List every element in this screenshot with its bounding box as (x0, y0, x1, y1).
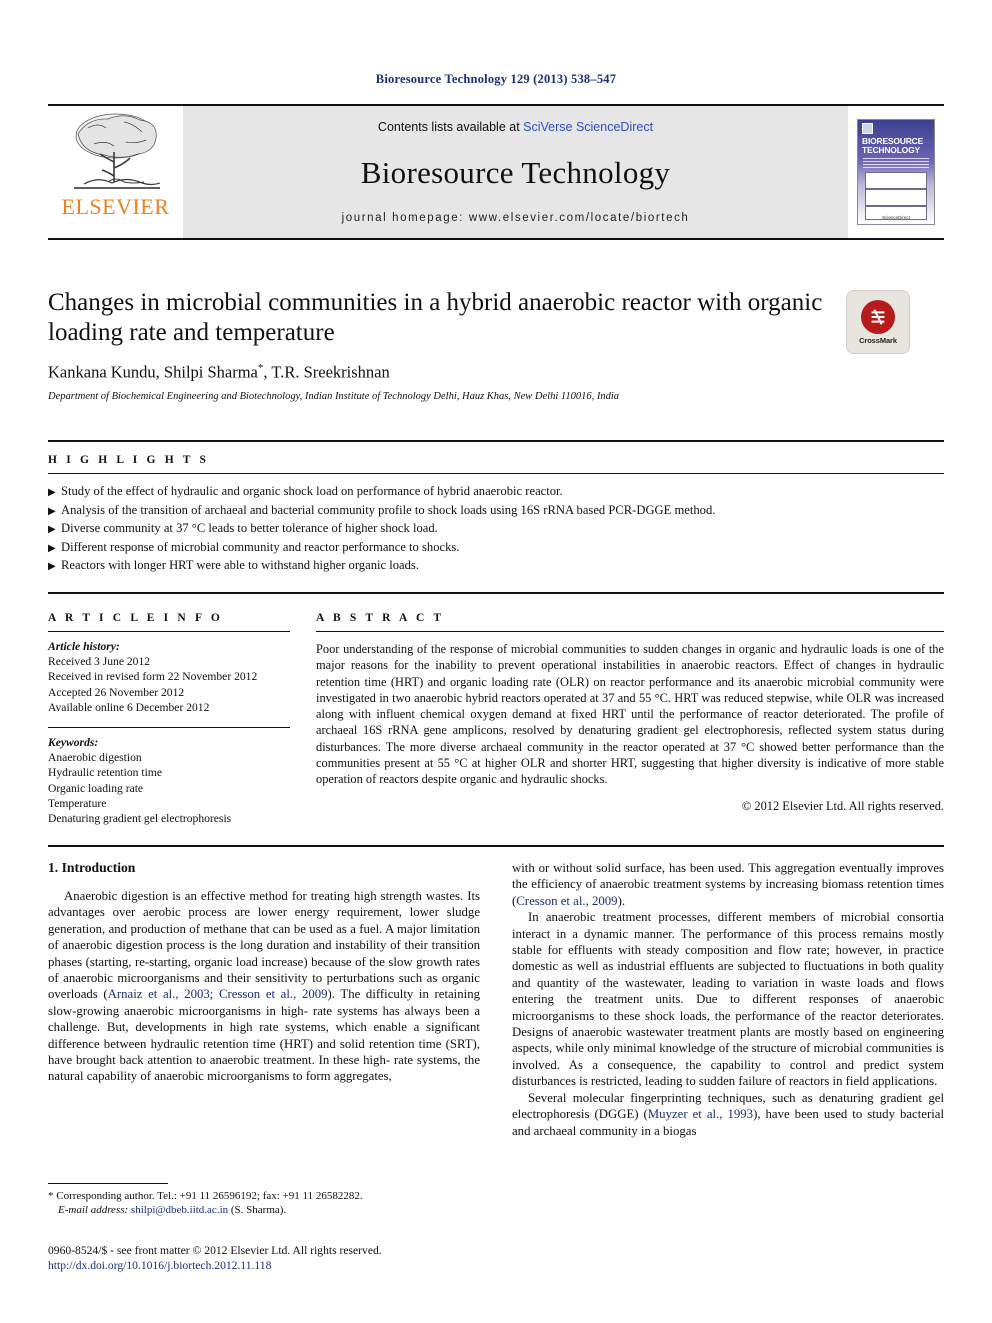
citation-link[interactable]: Cresson et al., 2009 (516, 894, 617, 908)
email-label: E-mail address: (58, 1204, 129, 1217)
page-footer: 0960-8524/$ - see front matter © 2012 El… (48, 1243, 648, 1273)
title-area: Changes in microbial communities in a hy… (48, 288, 830, 402)
paragraph-text-cont: ). The difficulty in retaining slow-grow… (48, 987, 480, 1084)
list-item: ▶ Study of the effect of hydraulic and o… (48, 483, 944, 502)
crossmark-icon (861, 299, 895, 334)
issn-copyright-line: 0960-8524/$ - see front matter © 2012 El… (48, 1244, 382, 1257)
abstract-heading: A B S T R A C T (316, 612, 445, 624)
abstract-column: A B S T R A C T Poor understanding of th… (316, 600, 944, 826)
triangle-bullet-icon: ▶ (48, 487, 56, 498)
elsevier-publisher-block: ELSEVIER (48, 106, 183, 238)
keywords-label: Keywords: (48, 736, 99, 750)
abstract-text: Poor understanding of the response of mi… (316, 642, 944, 787)
footnote-line-1: * Corresponding author. Tel.: +91 11 265… (48, 1189, 480, 1203)
section-heading-introduction: 1. Introduction (48, 860, 136, 875)
footnote-line-2: E-mail address: shilpi@dbeb.iitd.ac.in (… (48, 1203, 480, 1217)
keywords-block: Keywords: Anaerobic digestion Hydraulic … (48, 728, 290, 826)
journal-title: Bioresource Technology (360, 155, 671, 190)
triangle-bullet-icon: ▶ (48, 542, 56, 554)
page-title: Changes in microbial communities in a hy… (48, 289, 823, 346)
body-columns: 1. Introduction Anaerobic digestion is a… (48, 860, 944, 1139)
journal-cover-thumbnail: BIORESOURCE TECHNOLOGY ScienceDirect (857, 119, 935, 225)
email-suffix: (S. Sharma). (228, 1204, 287, 1217)
keyword-item: Denaturing gradient gel electrophoresis (48, 812, 232, 826)
triangle-bullet-icon: ▶ (48, 561, 56, 572)
body-column-left: 1. Introduction Anaerobic digestion is a… (48, 860, 480, 1139)
highlights-list: ▶ Study of the effect of hydraulic and o… (48, 474, 944, 592)
info-abstract-section: A R T I C L E I N F O Article history: R… (48, 600, 944, 826)
paragraph: Anaerobic digestion is an effective meth… (48, 888, 480, 1085)
triangle-bullet-icon: ▶ (48, 505, 56, 517)
doi-link[interactable]: http://dx.doi.org/10.1016/j.biortech.201… (48, 1258, 648, 1273)
list-item: ▶ Diverse community at 37 °C leads to be… (48, 520, 944, 539)
crossmark-label: CrossMark (859, 335, 897, 345)
cover-title: BIORESOURCE TECHNOLOGY (862, 136, 924, 155)
citation-link[interactable]: Arnaiz et al., 2003; Cresson et al., 200… (108, 987, 328, 1001)
email-link[interactable]: shilpi@dbeb.iitd.ac.in (131, 1204, 228, 1216)
journal-article-page: Bioresource Technology 129 (2013) 538–54… (0, 0, 992, 1323)
highlight-text: Different response of microbial communit… (61, 539, 460, 554)
footnote-corresponding-text: Corresponding author. Tel.: +91 11 26596… (53, 1190, 363, 1202)
keyword-item: Organic loading rate (48, 781, 144, 795)
highlights-bottom-rule (48, 591, 944, 594)
journal-cover-block: BIORESOURCE TECHNOLOGY ScienceDirect (848, 106, 944, 238)
affiliation: Department of Biochemical Engineering an… (48, 390, 620, 402)
keyword-item: Hydraulic retention time (48, 766, 162, 780)
author-list: Kankana Kundu, Shilpi Sharma*, T.R. Sree… (48, 362, 830, 383)
cover-publisher-icon (862, 123, 873, 134)
crossmark-badge[interactable]: CrossMark (846, 290, 910, 354)
running-head: Bioresource Technology 129 (2013) 538–54… (375, 72, 617, 86)
history-item: Available online 6 December 2012 (48, 700, 210, 714)
list-item: ▶ Reactors with longer HRT were able to … (48, 557, 944, 576)
cover-subtitle-lines (863, 158, 929, 169)
highlights-section: H I G H L I G H T S ▶ Study of the effec… (48, 440, 944, 594)
list-item: ▶ Different response of microbial commun… (48, 539, 944, 558)
contents-prefix: Contents lists available at (377, 120, 524, 134)
list-item: ▶ Analysis of the transition of archaeal… (48, 502, 944, 521)
paragraph: with or without solid surface, has been … (512, 860, 944, 909)
cover-footer-text: ScienceDirect (882, 215, 910, 220)
journal-masthead: ELSEVIER Contents lists available at Sci… (48, 104, 944, 240)
article-history-block: Article history: Received 3 June 2012 Re… (48, 632, 290, 715)
paragraph-text: Anaerobic digestion is an effective meth… (48, 889, 480, 1002)
keyword-item: Temperature (48, 796, 107, 810)
triangle-bullet-icon: ▶ (48, 524, 56, 535)
keyword-item: Anaerobic digestion (48, 751, 142, 765)
highlight-text: Diverse community at 37 °C leads to bett… (61, 521, 438, 535)
highlight-text: Study of the effect of hydraulic and org… (61, 484, 563, 498)
author-names: Kankana Kundu, Shilpi Sharma (48, 362, 258, 382)
cover-figure-2 (865, 189, 927, 206)
elsevier-tree-logo-icon (64, 110, 168, 194)
paragraph-text-cont: ). (617, 893, 626, 908)
sciencedirect-link[interactable]: SciVerse ScienceDirect (523, 120, 653, 134)
highlight-text: Reactors with longer HRT were able to wi… (61, 558, 419, 572)
abstract-bottom-rule (48, 845, 944, 847)
footnote-rule (48, 1183, 168, 1184)
history-item: Received 3 June 2012 (48, 655, 151, 669)
highlights-heading: H I G H L I G H T S (48, 454, 210, 466)
article-info-column: A R T I C L E I N F O Article history: R… (48, 600, 316, 826)
history-item: Received in revised form 22 November 201… (48, 670, 258, 684)
article-history-label: Article history: (48, 640, 120, 653)
paragraph: Several molecular fingerprinting techniq… (512, 1090, 944, 1139)
journal-homepage-link[interactable]: journal homepage: www.elsevier.com/locat… (342, 212, 690, 224)
paragraph: In anaerobic treatment processes, differ… (512, 910, 944, 1089)
article-info-heading: A R T I C L E I N F O (48, 612, 223, 624)
author-names-tail: , T.R. Sreekrishnan (263, 362, 390, 382)
highlight-text: Analysis of the transition of archaeal a… (61, 502, 716, 517)
elsevier-wordmark: ELSEVIER (61, 194, 170, 219)
abstract-copyright: © 2012 Elsevier Ltd. All rights reserved… (741, 798, 944, 813)
contents-available-line: Contents lists available at SciVerse Sci… (378, 120, 653, 134)
body-column-right: with or without solid surface, has been … (512, 860, 944, 1139)
history-item: Accepted 26 November 2012 (48, 685, 185, 699)
corresponding-author-footnote: * Corresponding author. Tel.: +91 11 265… (48, 1183, 480, 1218)
citation-link[interactable]: Muyzer et al., 1993 (648, 1107, 753, 1121)
masthead-center: Contents lists available at SciVerse Sci… (183, 106, 848, 238)
cover-figure-1 (865, 172, 927, 189)
